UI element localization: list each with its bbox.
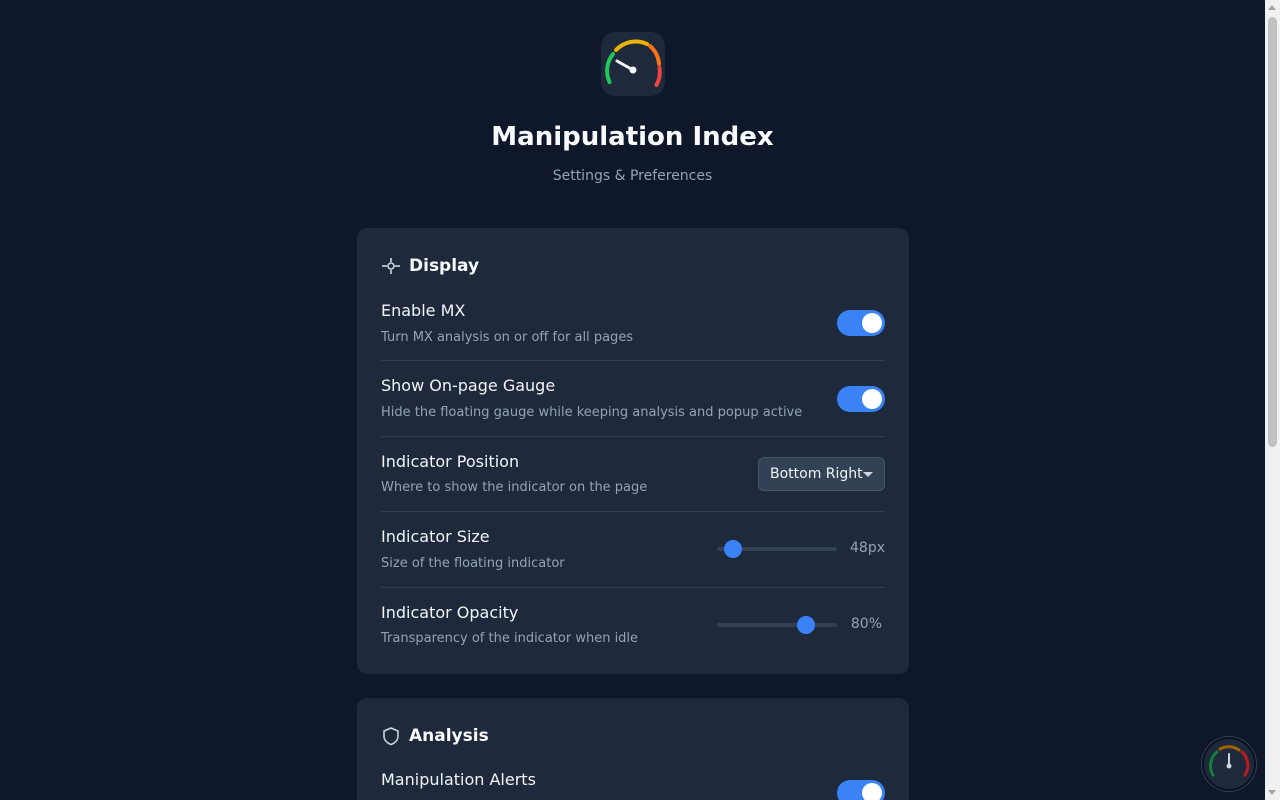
display-section-header: Display <box>381 254 479 278</box>
display-section-title: Display <box>409 256 480 276</box>
slider-thumb[interactable] <box>723 540 742 558</box>
setting-title: Indicator Size <box>381 527 490 546</box>
scrollbar-thumb[interactable] <box>1268 17 1277 447</box>
setting-enable-mx: Enable MX Turn MX analysis on or off for… <box>381 296 885 361</box>
gauge-icon <box>1209 745 1250 777</box>
scroll-down-icon[interactable] <box>1268 790 1276 795</box>
setting-manipulation-alerts: Manipulation Alerts <box>381 766 885 800</box>
setting-description: Turn MX analysis on or off for all pages <box>381 330 634 345</box>
setting-title: Enable MX <box>381 301 466 320</box>
indicator-size-slider[interactable] <box>717 540 837 558</box>
setting-title: Manipulation Alerts <box>381 770 536 789</box>
display-section: Display Enable MX Turn MX analysis on or… <box>357 228 909 674</box>
analysis-section: Analysis Manipulation Alerts <box>357 698 909 800</box>
shield-icon <box>381 726 401 746</box>
chevron-down-icon <box>863 472 873 477</box>
settings-page: Manipulation Index Settings & Preference… <box>0 0 1280 800</box>
setting-indicator-position: Indicator Position Where to show the ind… <box>381 437 885 512</box>
setting-title: Indicator Opacity <box>381 603 519 622</box>
floating-gauge-indicator[interactable] <box>1202 737 1256 791</box>
analysis-section-title: Analysis <box>409 726 489 746</box>
select-value: Bottom Right <box>770 466 863 482</box>
setting-indicator-opacity: Indicator Opacity Transparency of the in… <box>381 588 885 664</box>
page-scrollbar[interactable] <box>1265 0 1280 800</box>
analysis-section-header: Analysis <box>381 724 489 748</box>
show-gauge-toggle[interactable] <box>837 386 885 412</box>
page-title: Manipulation Index <box>491 122 774 152</box>
setting-description: Transparency of the indicator when idle <box>381 631 639 646</box>
indicator-opacity-value: 80% <box>850 616 882 632</box>
page-subtitle: Settings & Preferences <box>552 168 713 184</box>
indicator-position-select[interactable]: Bottom Right <box>758 457 885 491</box>
toggle-knob <box>862 313 882 333</box>
manipulation-alerts-toggle[interactable] <box>837 780 885 800</box>
toggle-knob <box>862 389 882 409</box>
scroll-up-icon[interactable] <box>1268 5 1276 10</box>
setting-description: Where to show the indicator on the page <box>381 480 648 495</box>
indicator-opacity-slider[interactable] <box>717 616 837 634</box>
slider-thumb[interactable] <box>796 616 815 634</box>
setting-title: Indicator Position <box>381 452 520 471</box>
setting-description: Size of the floating indicator <box>381 556 565 571</box>
enable-mx-toggle[interactable] <box>837 310 885 336</box>
toggle-knob <box>862 783 882 800</box>
setting-indicator-size: Indicator Size Size of the floating indi… <box>381 512 885 588</box>
setting-show-gauge: Show On-page Gauge Hide the floating gau… <box>381 361 885 437</box>
setting-title: Show On-page Gauge <box>381 376 556 395</box>
setting-description: Hide the floating gauge while keeping an… <box>381 405 803 420</box>
crosshair-icon <box>381 256 401 276</box>
indicator-size-value: 48px <box>850 540 885 556</box>
gauge-icon <box>601 32 665 96</box>
